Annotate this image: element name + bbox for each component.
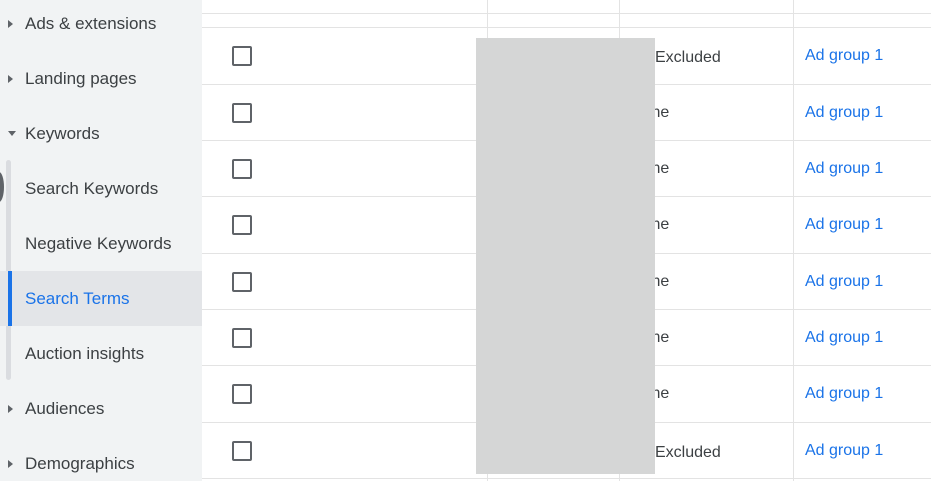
ad-group-link[interactable]: Ad group 1 — [805, 385, 883, 403]
row-checkbox[interactable] — [232, 46, 252, 66]
caret-down-icon — [8, 131, 16, 136]
row-checkbox[interactable] — [232, 272, 252, 292]
sidebar-item-landing-pages[interactable]: Landing pages — [0, 51, 202, 106]
sidebar-item-label: Auction insights — [25, 343, 145, 363]
sidebar-item-label: Demographics — [25, 453, 135, 473]
row-checkbox[interactable] — [232, 103, 252, 123]
sidebar-item-label: Keywords — [25, 123, 100, 143]
row-checkbox[interactable] — [232, 159, 252, 179]
sidebar-item-label: Audiences — [25, 398, 105, 418]
sidebar-item-label: Search Terms — [25, 288, 130, 308]
row-checkbox[interactable] — [232, 328, 252, 348]
ad-group-link[interactable]: Ad group 1 — [805, 216, 883, 234]
sidebar-nav: Ads & extensions Landing pages Keywords … — [0, 0, 202, 481]
caret-right-icon — [8, 459, 13, 468]
ad-group-link[interactable]: Ad group 1 — [805, 273, 883, 291]
active-indicator — [8, 271, 12, 326]
sidebar-item-label: Ads & extensions — [25, 13, 157, 33]
sidebar-item-label: Search Keywords — [25, 178, 159, 198]
ad-group-link[interactable]: Ad group 1 — [805, 47, 883, 65]
row-checkbox[interactable] — [232, 384, 252, 404]
ad-group-link[interactable]: Ad group 1 — [805, 160, 883, 178]
status-label: Excluded — [655, 444, 721, 461]
redacted-search-terms-column — [476, 38, 655, 474]
caret-right-icon — [8, 404, 13, 413]
caret-right-icon — [8, 74, 13, 83]
row-checkbox[interactable] — [232, 215, 252, 235]
ad-group-link[interactable]: Ad group 1 — [805, 442, 883, 460]
ad-group-link[interactable]: Ad group 1 — [805, 104, 883, 122]
header-divider — [202, 13, 931, 14]
caret-right-icon — [8, 19, 13, 28]
sidebar-item-negative-keywords[interactable]: Negative Keywords — [0, 216, 202, 271]
ad-group-link[interactable]: Ad group 1 — [805, 329, 883, 347]
row-checkbox[interactable] — [232, 441, 252, 461]
status-label: Excluded — [655, 49, 721, 66]
sidebar-item-keywords[interactable]: Keywords — [0, 106, 202, 161]
sidebar-item-audiences[interactable]: Audiences — [0, 381, 202, 436]
search-terms-table: Exact match Excluded Ad group 1 Exact ma… — [202, 0, 931, 481]
sidebar-item-ads-extensions[interactable]: Ads & extensions — [0, 0, 202, 51]
sidebar-item-search-terms[interactable]: Search Terms — [0, 271, 202, 326]
sidebar-item-label: Negative Keywords — [25, 233, 172, 253]
sidebar-item-search-keywords[interactable]: Search Keywords — [0, 161, 202, 216]
sidebar-item-auction-insights[interactable]: Auction insights — [0, 326, 202, 381]
sidebar-item-label: Landing pages — [25, 68, 137, 88]
sidebar-item-demographics[interactable]: Demographics — [0, 436, 202, 481]
